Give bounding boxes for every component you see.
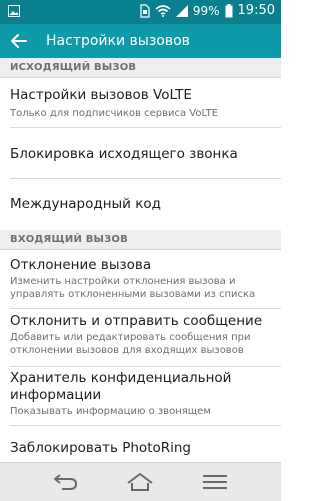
status-bar: 99% 19:50 — [0, 0, 281, 24]
item-subtitle: Изменить настройки отклонения вызова и у… — [10, 276, 256, 300]
section-header-outgoing: ИСХОДЯЩИЙ ВЫЗОВ — [0, 58, 281, 78]
signal-icon — [175, 4, 188, 17]
item-subtitle: Только для подписчиков сервиса VoLTE — [10, 108, 219, 119]
navigation-bar — [0, 462, 281, 501]
list-item-call-rejection[interactable]: Отклонение вызова Изменить настройки отк… — [0, 251, 281, 308]
menu-icon[interactable] — [200, 471, 230, 493]
item-title: Заблокировать PhotoRing — [10, 440, 192, 456]
list-item-reject-with-message[interactable]: Отклонить и отправить сообщение Добавить… — [0, 309, 281, 366]
list-item-international-code[interactable]: Международный код — [0, 179, 281, 229]
section-header-incoming: ВХОДЯЩИЙ ВЫЗОВ — [0, 230, 281, 250]
list-item-volte-settings[interactable]: Настройки вызовов VoLTE Только для подпи… — [0, 79, 281, 127]
list-item-privacy-keeper[interactable]: Хранитель конфиденциальной информации По… — [0, 367, 281, 425]
wifi-icon — [155, 4, 171, 17]
clock: 19:50 — [237, 3, 275, 18]
battery-icon — [225, 3, 233, 17]
app-bar: Настройки вызовов — [0, 24, 281, 58]
list-item-outgoing-call-block[interactable]: Блокировка исходящего звонка — [0, 128, 281, 178]
battery-percent: 99% — [192, 3, 220, 18]
item-title: Международный код — [10, 196, 161, 212]
home-icon[interactable] — [125, 471, 155, 493]
item-title: Отклонение вызова — [10, 257, 152, 273]
item-title: Отклонить и отправить сообщение — [10, 313, 263, 329]
page-title: Настройки вызовов — [46, 33, 190, 49]
item-title: Блокировка исходящего звонка — [10, 146, 238, 162]
item-title: Хранитель конфиденциальной информации — [10, 370, 232, 403]
back-arrow-icon[interactable] — [10, 32, 28, 50]
item-title: Настройки вызовов VoLTE — [10, 87, 192, 103]
item-subtitle: Показывать информацию о звонящем — [10, 406, 211, 417]
sim-icon — [140, 3, 150, 18]
image-notification-icon — [8, 5, 20, 17]
status-icons: 99% 19:50 — [140, 3, 275, 18]
back-icon[interactable] — [50, 471, 80, 493]
list-item-block-photoring[interactable]: Заблокировать PhotoRing — [0, 426, 281, 462]
item-subtitle: Добавить или редактировать сообщения при… — [10, 332, 251, 356]
